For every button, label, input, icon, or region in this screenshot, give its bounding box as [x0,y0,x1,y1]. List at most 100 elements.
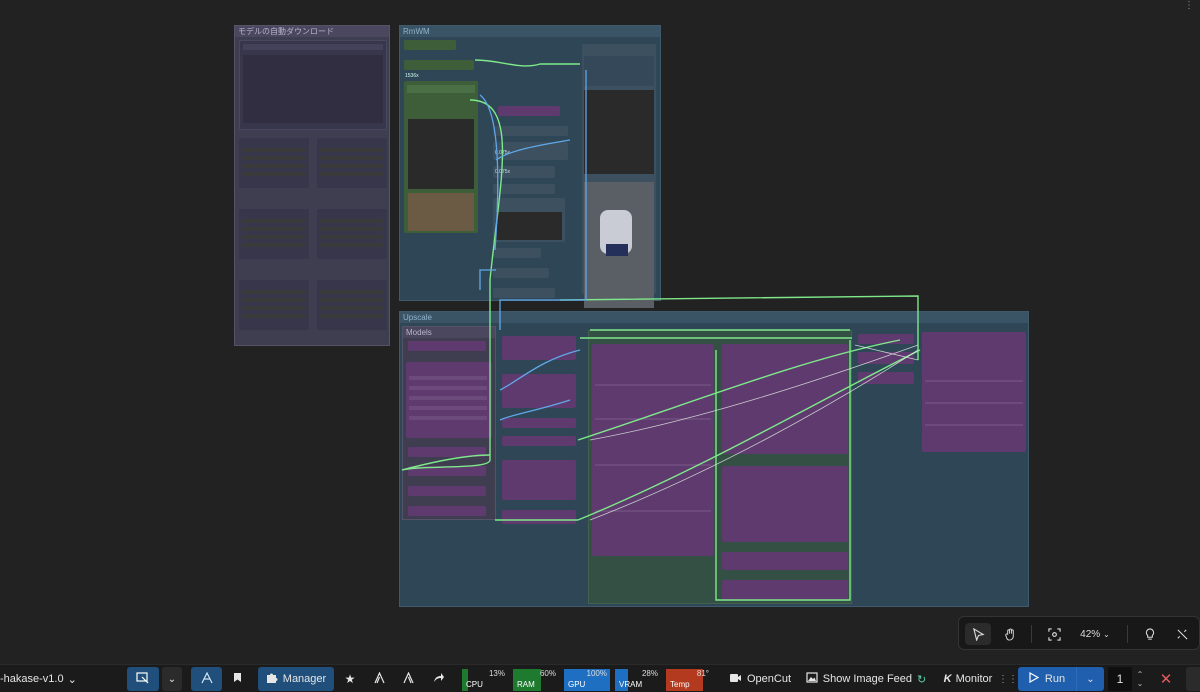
manager-button[interactable]: Manager [258,667,334,691]
processing-node[interactable] [493,248,541,258]
model-button[interactable] [368,667,390,691]
group-upscale[interactable]: Upscale Models [399,311,1029,607]
temp-meter: 81° Temp [666,667,712,691]
run-button[interactable]: Run [1018,667,1076,691]
share-icon [433,672,445,686]
purple-node[interactable] [502,336,576,360]
monitor-button[interactable]: K Monitor [940,667,996,691]
sampler-node[interactable] [722,344,848,454]
download-node[interactable] [239,138,309,188]
processing-node[interactable] [493,198,565,242]
green-node[interactable] [404,40,456,50]
sampler-node[interactable] [592,344,714,556]
download-node[interactable] [317,209,387,259]
cpu-meter: 13% CPU [462,667,508,691]
monitor-k-icon: K [943,673,952,685]
ram-label: RAM [517,680,535,689]
group-title: Models [403,327,495,338]
purple-node[interactable] [502,374,576,408]
group-rmwm[interactable]: RmWM 1536x 0.075x 0.075x [399,25,661,308]
image-icon [806,672,818,686]
opencut-label: OpenCut [746,673,792,685]
download-node[interactable] [239,209,309,259]
size-label: 1536x [405,73,419,79]
show-image-feed-button[interactable]: Show Image Feed ↻ [802,667,930,691]
favorites-button[interactable]: ★ [340,667,360,691]
bookmark-button[interactable] [226,667,248,691]
model-loader-node[interactable] [408,486,486,496]
run-dropdown-button[interactable]: ⌄ [1076,667,1104,691]
image-feed-label: Show Image Feed [822,673,913,685]
chevron-down-icon: ⌄ [167,673,177,685]
cancel-button[interactable]: ✕ [1154,667,1178,691]
sampler-node[interactable] [722,552,848,570]
download-node[interactable] [239,280,309,330]
model-loader-node[interactable] [408,341,486,351]
model-button-2[interactable] [397,667,419,691]
drag-handle[interactable]: ⋮⋮ [998,667,1018,691]
share-button[interactable] [428,667,450,691]
pointer-icon[interactable] [965,623,991,645]
chevron-down-icon: ⌄ [1103,629,1110,639]
purple-node[interactable] [858,352,914,364]
ram-value: 60% [539,669,556,678]
sampler-node[interactable] [722,466,848,542]
lightbulb-icon[interactable] [1139,623,1161,645]
purple-node[interactable] [858,334,914,344]
model-loader-node[interactable] [408,506,486,516]
preview-image-node[interactable] [582,44,656,308]
opencut-button[interactable]: OpenCut [724,667,796,691]
group-title: RmWM [400,26,660,37]
link-visibility-icon[interactable] [1171,623,1193,645]
queue-dropdown-button[interactable]: ⌄ [162,667,182,691]
zoom-level: 42% [1080,628,1101,640]
comfy-model-icon [373,671,386,687]
chevron-down-icon: ⌄ [67,673,77,686]
zoom-dropdown[interactable]: 42% ⌄ [1075,623,1115,645]
model-loader-node[interactable] [408,447,486,457]
play-icon [1029,671,1040,686]
hand-icon[interactable] [997,623,1023,645]
download-node[interactable] [317,138,387,188]
processing-node[interactable] [493,288,555,298]
canvas-controls: 42% ⌄ [958,616,1200,650]
model-loader-node[interactable] [406,362,492,438]
green-node[interactable] [404,60,474,70]
menu-corner-icon[interactable]: ⋮ [1184,0,1194,11]
group-model-download[interactable]: モデルの自動ダウンロード [234,25,390,346]
purple-node[interactable] [502,460,576,500]
ram-meter: 60% RAM [513,667,559,691]
processing-node[interactable] [493,126,568,136]
purple-node[interactable] [502,436,576,446]
bottom-toolbar: -hakase-v1.0 ⌄ ⌄ Manager ★ 13% CPU 60% R… [0,664,1200,692]
batch-stepper[interactable]: ⌃ ⌄ [1134,667,1146,691]
temp-value: 81° [696,669,709,678]
purple-node[interactable] [498,106,560,116]
output-node[interactable] [922,332,1026,452]
batch-count-input[interactable]: 1 [1108,667,1132,691]
purple-node[interactable] [502,510,576,524]
node-canvas[interactable]: ⋮ モデルの自動ダウンロード RmWM 1536x 0.075x 0.075x … [0,0,1200,692]
gpu-value: 100% [586,669,607,678]
group-title: モデルの自動ダウンロード [235,26,389,37]
download-node[interactable] [239,40,387,130]
camera-icon [729,673,742,686]
queue-button[interactable] [127,667,159,691]
stepper-down-icon[interactable]: ⌄ [1137,679,1144,688]
image-loader-node[interactable] [404,81,478,233]
sampler-node[interactable] [722,580,848,600]
processing-node[interactable] [493,268,549,278]
model-loader-node[interactable] [408,466,486,476]
vram-meter: 28% VRAM [615,667,661,691]
stepper-up-icon[interactable]: ⌃ [1137,670,1144,679]
download-node[interactable] [317,280,387,330]
purple-node[interactable] [858,372,914,384]
processing-node[interactable] [493,184,555,194]
comfy-menu-button[interactable] [191,667,222,691]
queue-panel-button[interactable] [1186,667,1200,691]
vram-label: VRAM [619,680,643,689]
gpu-label: GPU [568,680,586,689]
fit-view-icon[interactable] [1041,623,1067,645]
purple-node[interactable] [502,418,576,428]
workflow-selector[interactable]: -hakase-v1.0 ⌄ [0,667,82,691]
